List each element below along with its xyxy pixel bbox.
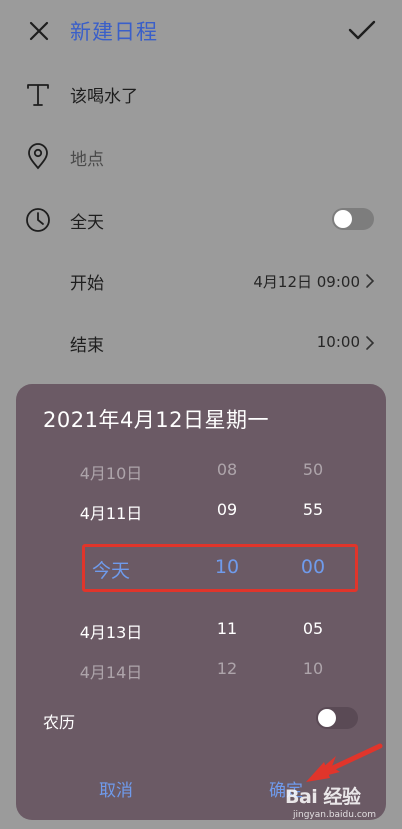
toggle-knob [318, 709, 336, 727]
chevron-right-icon [366, 274, 375, 288]
save-button[interactable] [344, 12, 380, 48]
end-value: 10:00 [316, 333, 360, 351]
clock-icon [26, 208, 50, 232]
wheel-option[interactable]: 10 [268, 659, 358, 678]
wheel-option[interactable]: 11 [182, 619, 272, 638]
watermark-logo: Bai 经验 [285, 786, 361, 808]
location-pin-icon [28, 143, 48, 170]
close-icon [29, 21, 49, 41]
wheel-option[interactable]: 05 [268, 619, 358, 638]
top-bar: 新建日程 [0, 0, 402, 62]
page-title: 新建日程 [70, 20, 158, 44]
baidu-watermark: Bai 经验 jingyan.baidu.com [285, 782, 400, 828]
end-row[interactable]: 结束 10:00 [0, 311, 402, 373]
wheel-option[interactable]: 55 [268, 500, 358, 519]
toggle-knob [334, 210, 352, 228]
cancel-button[interactable]: 取消 [76, 776, 156, 801]
wheel-option[interactable]: 12 [182, 659, 272, 678]
check-icon [348, 20, 376, 40]
start-row[interactable]: 开始 4月12日 09:00 [0, 249, 402, 311]
start-value: 4月12日 09:00 [253, 273, 360, 291]
all-day-label: 全天 [70, 213, 104, 233]
wheel-option[interactable]: 50 [268, 460, 358, 479]
text-icon [27, 84, 49, 106]
watermark-url: jingyan.baidu.com [293, 810, 377, 820]
selection-highlight-box [82, 544, 358, 592]
all-day-row: 全天 [0, 188, 402, 250]
title-field[interactable]: 该喝水了 [70, 82, 138, 107]
all-day-toggle[interactable] [332, 208, 374, 230]
location-field[interactable]: 地点 [70, 145, 104, 170]
close-button[interactable] [22, 14, 56, 48]
wheel-option[interactable]: 4月11日 [16, 500, 206, 524]
start-label: 开始 [70, 274, 104, 294]
wheel-option[interactable]: 08 [182, 460, 272, 479]
title-row[interactable]: 该喝水了 [0, 62, 402, 124]
lunar-toggle[interactable] [316, 707, 358, 729]
wheel-option[interactable]: 09 [182, 500, 272, 519]
wheel-option[interactable]: 4月14日 [16, 659, 206, 683]
lunar-label: 农历 [43, 713, 76, 732]
end-label: 结束 [70, 336, 104, 356]
red-arrow-annotation-icon [306, 743, 383, 782]
picker-heading: 2021年4月12日星期一 [43, 408, 270, 432]
wheel-option[interactable]: 4月10日 [16, 460, 206, 484]
location-row[interactable]: 地点 [0, 125, 402, 187]
chevron-right-icon [366, 336, 375, 350]
wheel-option[interactable]: 4月13日 [16, 619, 206, 643]
